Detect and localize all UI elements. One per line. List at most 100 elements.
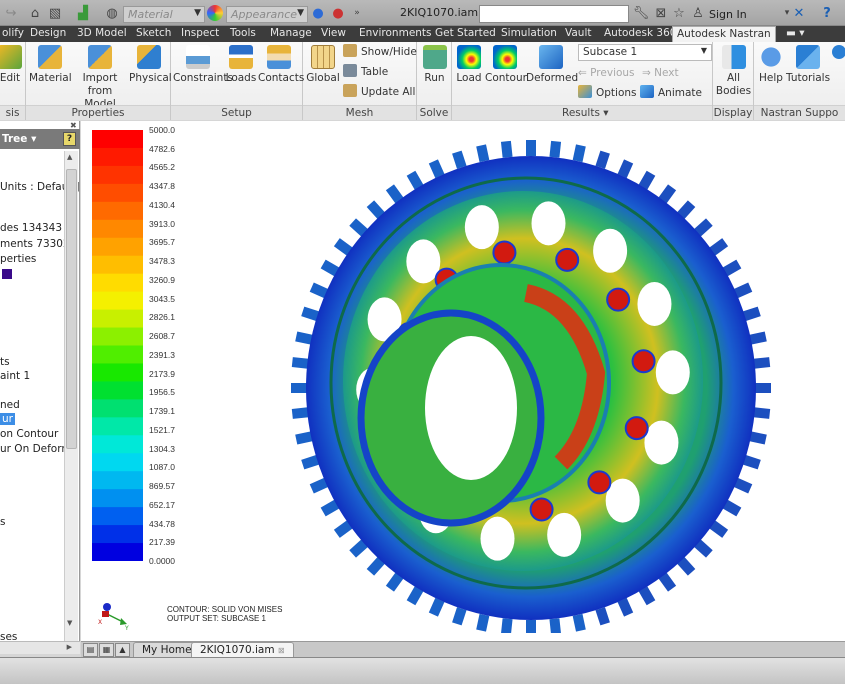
- tab-autodesk-nastran[interactable]: Autodesk Nastran: [672, 26, 776, 42]
- physical-button[interactable]: Physical: [129, 45, 172, 85]
- legend-color-band: [92, 327, 143, 346]
- exchange-icon[interactable]: ✕: [790, 4, 808, 22]
- contacts-icon: [267, 45, 291, 69]
- tree-item-results[interactable]: s: [0, 516, 5, 528]
- image-icon[interactable]: ▧: [46, 4, 64, 22]
- wrench-icon[interactable]: 🔧︎: [632, 4, 650, 22]
- info-button[interactable]: [832, 45, 845, 62]
- view-triad[interactable]: X Y: [95, 598, 135, 630]
- cascade-windows-icon[interactable]: ▤: [83, 643, 98, 657]
- tree-item-deformed[interactable]: ned: [0, 399, 20, 411]
- previous-button[interactable]: ⇐ Previous: [578, 65, 635, 81]
- browser-horizontal-scrollbar[interactable]: ▶: [0, 641, 80, 654]
- arrow-right-icon: ⇒: [642, 67, 651, 79]
- legend-value-label: 4565.2: [149, 162, 175, 173]
- scrollbar-thumb[interactable]: [66, 169, 77, 449]
- help-icon[interactable]: ?: [818, 4, 836, 22]
- subcase-dropdown[interactable]: Subcase 1 ▼: [578, 44, 712, 61]
- adjust-appearance-icon[interactable]: ●: [309, 4, 327, 22]
- help-search-input[interactable]: [479, 5, 629, 23]
- tab-design[interactable]: Design: [26, 26, 70, 42]
- import-from-model-button[interactable]: Import from Model: [71, 45, 129, 111]
- options-button[interactable]: Options: [578, 85, 637, 101]
- appearance-dropdown[interactable]: Appearance ▼: [226, 6, 308, 23]
- star-icon[interactable]: ☆: [670, 4, 688, 22]
- tree-item-label: ned: [0, 399, 20, 411]
- tree-item-contour-selected[interactable]: ur: [0, 413, 15, 425]
- tree-item-elements[interactable]: ments 73302: [0, 238, 70, 250]
- loads-button[interactable]: Loads: [225, 45, 257, 85]
- graphics-viewport[interactable]: 5000.0 4782.6 4565.2 4347.8 4130.4 3913.0 3695…: [81, 121, 845, 641]
- tree-item-constraints[interactable]: ts: [0, 356, 10, 368]
- legend-value-label: 1087.0: [149, 462, 175, 473]
- tab-autodesk-360[interactable]: Autodesk 360: [600, 26, 680, 42]
- scroll-right-icon[interactable]: ▶: [67, 643, 72, 651]
- tree-item-label: on Contour: [0, 428, 59, 440]
- tab-manage[interactable]: Manage: [266, 26, 316, 42]
- satellite-icon[interactable]: ⊠: [652, 4, 670, 22]
- tab-sketch[interactable]: Sketch: [132, 26, 175, 42]
- appearance-color-icon[interactable]: [207, 5, 223, 21]
- tab-tools[interactable]: Tools: [226, 26, 260, 42]
- tab-simulation[interactable]: Simulation: [497, 26, 561, 42]
- tab-simplify[interactable]: olify: [0, 26, 28, 42]
- tree-item-nodes[interactable]: des 134343: [0, 222, 62, 234]
- animate-button[interactable]: Animate: [640, 85, 702, 101]
- close-tab-icon[interactable]: ⊠: [278, 646, 285, 655]
- results-panel-label[interactable]: Results ▾: [452, 105, 712, 120]
- options-icon: [578, 85, 592, 98]
- update-all-button[interactable]: Update All: [343, 84, 415, 100]
- tree-item-deformed-on-contour[interactable]: on Contour: [0, 428, 58, 440]
- legend-color-band: [92, 237, 143, 257]
- load-results-button[interactable]: Load: [454, 45, 484, 85]
- legend-color-band: [92, 345, 143, 364]
- contour-button[interactable]: Contour: [485, 45, 527, 85]
- tree-item-properties[interactable]: perties: [0, 253, 36, 265]
- browser-help-icon[interactable]: ?: [63, 132, 76, 146]
- tab-get-started[interactable]: Get Started: [431, 26, 500, 42]
- scroll-up-icon[interactable]: ▲: [67, 153, 72, 161]
- update-icon[interactable]: ▟: [74, 4, 92, 22]
- constraints-button[interactable]: Constraints: [173, 45, 233, 85]
- browser-vertical-scrollbar[interactable]: ▲ ▼: [64, 151, 78, 641]
- deformed-button[interactable]: Deformed: [526, 45, 578, 85]
- material-button[interactable]: Material: [29, 45, 72, 85]
- clear-appearance-icon[interactable]: ●: [329, 4, 347, 22]
- home-icon[interactable]: ⌂: [26, 4, 44, 22]
- ribbon-options-icon[interactable]: ▬ ▾: [782, 26, 809, 42]
- help-button[interactable]: Help: [757, 45, 785, 85]
- table-button[interactable]: Table: [343, 64, 388, 80]
- tab-vault[interactable]: Vault: [561, 26, 596, 42]
- tab-3d-model[interactable]: 3D Model: [73, 26, 131, 42]
- doc-tab-2kiq1070[interactable]: 2KIQ1070.iam ⊠: [191, 642, 294, 657]
- tab-inspect[interactable]: Inspect: [177, 26, 223, 42]
- edit-button[interactable]: Edit: [0, 45, 24, 85]
- run-button[interactable]: Run: [419, 45, 450, 85]
- tab-view[interactable]: View: [317, 26, 350, 42]
- globe-icon[interactable]: ◍: [103, 4, 121, 22]
- legend-value-label: 4347.8: [149, 181, 175, 192]
- overflow-icon[interactable]: »: [348, 4, 366, 22]
- animate-icon: [640, 85, 654, 98]
- all-bodies-button[interactable]: All Bodies: [715, 45, 752, 98]
- update-all-label: Update All: [361, 86, 416, 98]
- doc-tab-label: 2KIQ1070.iam: [200, 644, 275, 656]
- next-button[interactable]: ⇒ Next: [642, 65, 679, 81]
- scroll-down-icon[interactable]: ▼: [67, 619, 72, 627]
- global-mesh-button[interactable]: Global: [305, 45, 341, 85]
- help-label: Help: [759, 72, 783, 84]
- show-hide-button[interactable]: Show/Hide: [343, 44, 417, 60]
- material-dropdown[interactable]: Material ▼: [123, 6, 205, 23]
- sign-in-link[interactable]: Sign In: [709, 8, 747, 21]
- bore-hole: [425, 336, 517, 480]
- tutorials-button[interactable]: Tutorials: [786, 45, 830, 85]
- user-icon[interactable]: ♙: [689, 4, 707, 22]
- redo-icon[interactable]: ↪: [2, 4, 20, 22]
- tab-environments[interactable]: Environments: [355, 26, 436, 42]
- tree-item-constraint-1[interactable]: aint 1: [0, 370, 30, 382]
- load-results-icon: [457, 45, 481, 69]
- contacts-button[interactable]: Contacts: [258, 45, 304, 85]
- tile-windows-icon[interactable]: ▦: [99, 643, 114, 657]
- gear-fea-model[interactable]: [291, 133, 771, 633]
- tab-menu-icon[interactable]: ▲: [115, 643, 130, 657]
